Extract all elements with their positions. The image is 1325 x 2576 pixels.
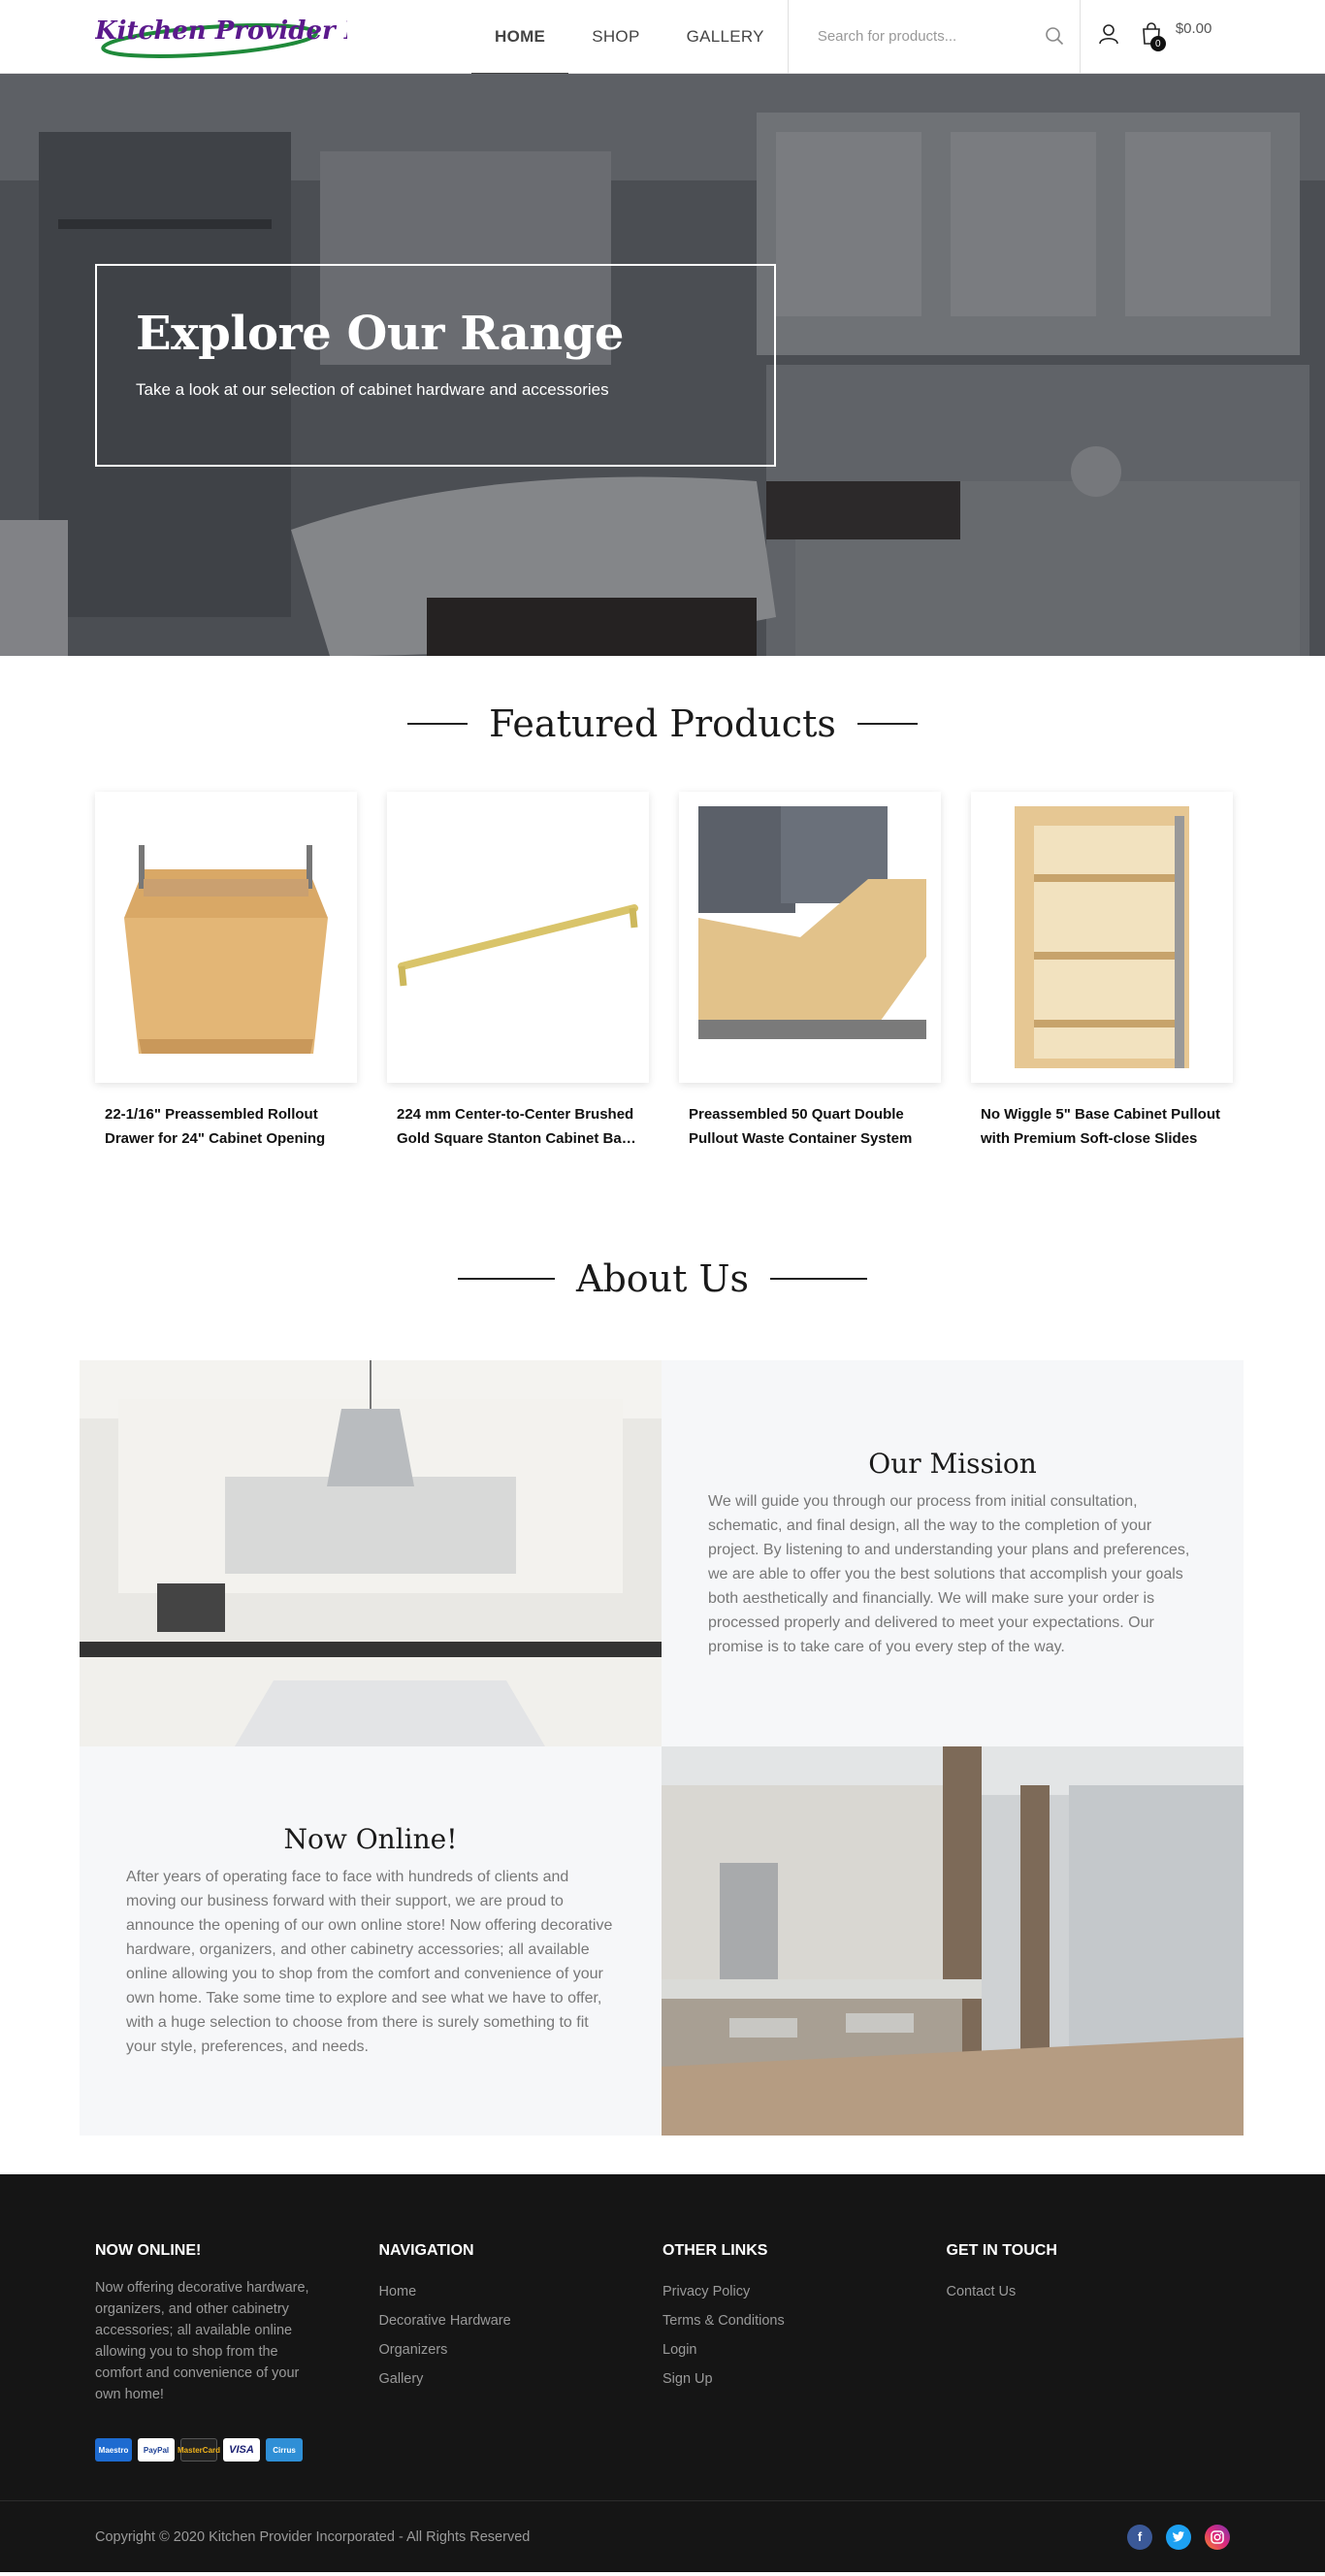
product-grid: 22-1/16" Preassembled Rollout Drawer for… [0,792,1325,1151]
product-name[interactable]: 224 mm Center-to-Center Brushed Gold Squ… [387,1102,649,1151]
product-card[interactable]: No Wiggle 5" Base Cabinet Pullout with P… [971,792,1233,1151]
instagram-icon[interactable] [1205,2524,1230,2550]
online-text: After years of operating face to face wi… [126,1869,613,2055]
visa-icon: VISA [223,2438,260,2462]
search-input[interactable] [817,28,1041,45]
footer-col-title: NOW ONLINE! [95,2242,202,2259]
hero-banner: Explore Our Range Take a look at our sel… [0,74,1325,656]
about-kitchen-image-1 [80,1360,662,1746]
footer-col-contact: GET IN TOUCH Contact Us [947,2242,1231,2462]
search-box [789,0,1080,74]
main-nav: HOME SHOP GALLERY [471,0,788,75]
product-name[interactable]: Preassembled 50 Quart Double Pullout Was… [679,1102,941,1151]
about-heading: About Us [0,1257,1325,1300]
brand-logo[interactable]: Kitchen Provider Inc. [95,8,347,66]
mission-title: Our Mission [868,1448,1037,1480]
footer-col-navigation: NAVIGATION Home Decorative Hardware Orga… [379,2242,663,2462]
footer-link-terms[interactable]: Terms & Conditions [662,2306,947,2335]
svg-text:Kitchen Provider Inc.: Kitchen Provider Inc. [95,16,347,46]
mission-text: We will guide you through our process fr… [708,1493,1190,1655]
about-title: About Us [576,1257,749,1300]
paypal-icon: PayPal [138,2438,175,2462]
product-image[interactable] [679,792,941,1083]
footer-col-title: NAVIGATION [378,2242,474,2259]
social-links: f [1127,2524,1230,2550]
heading-rule [458,1278,555,1280]
footer-col-title: OTHER LINKS [662,2242,768,2259]
footer-link-signup[interactable]: Sign Up [662,2364,947,2394]
featured-title: Featured Products [489,702,836,745]
featured-products-section: Featured Products 22-1/16" Preassembled … [0,656,1325,1151]
maestro-icon: Maestro [95,2438,132,2462]
nav-home[interactable]: HOME [471,0,569,75]
cart-count-badge: 0 [1149,36,1166,51]
online-panel: Now Online! After years of operating fac… [80,1746,662,2136]
heading-rule [856,723,918,725]
product-card[interactable]: 224 mm Center-to-Center Brushed Gold Squ… [387,792,649,1151]
site-header: Kitchen Provider Inc. HOME SHOP GALLERY … [0,0,1325,75]
product-image[interactable] [971,792,1233,1083]
mastercard-icon: MasterCard [178,2438,220,2462]
copyright-text: Copyright © 2020 Kitchen Provider Incorp… [95,2528,531,2545]
hero-caption-box: Explore Our Range Take a look at our sel… [95,264,776,467]
about-grid: Our Mission We will guide you through ou… [80,1360,1245,2136]
footer-col-about: NOW ONLINE! Now offering decorative hard… [95,2242,379,2462]
search-icon[interactable] [1045,26,1064,50]
cart-widget[interactable]: 0 $0.00 [1141,20,1212,51]
header-divider [1079,0,1081,74]
product-name[interactable]: 22-1/16" Preassembled Rollout Drawer for… [95,1102,357,1151]
footer-col-title: GET IN TOUCH [946,2242,1057,2259]
product-image[interactable] [95,792,357,1083]
footer-link-home[interactable]: Home [379,2277,663,2306]
nav-shop[interactable]: SHOP [568,0,662,74]
hero-subtitle: Take a look at our selection of cabinet … [136,380,609,399]
product-card[interactable]: Preassembled 50 Quart Double Pullout Was… [679,792,941,1151]
footer-link-gallery[interactable]: Gallery [379,2364,663,2394]
hero-title: Explore Our Range [136,307,624,361]
featured-heading: Featured Products [0,702,1325,745]
twitter-icon[interactable] [1166,2524,1191,2550]
heading-rule [407,723,469,725]
about-kitchen-image-2 [662,1746,1244,2136]
product-card[interactable]: 22-1/16" Preassembled Rollout Drawer for… [95,792,357,1151]
footer-link-organizers[interactable]: Organizers [379,2335,663,2364]
footer-link-privacy[interactable]: Privacy Policy [662,2277,947,2306]
facebook-icon[interactable]: f [1127,2524,1152,2550]
footer-bottom-bar: Copyright © 2020 Kitchen Provider Incorp… [0,2500,1325,2572]
heading-rule [770,1278,867,1280]
nav-gallery[interactable]: GALLERY [663,0,788,74]
about-section: About Us Our Mission We will guide you t… [0,1257,1325,2136]
header-actions: 0 $0.00 [1098,20,1212,51]
payment-methods: Maestro PayPal MasterCard VISA Cirrus [95,2438,379,2462]
online-title: Now Online! [283,1823,458,1855]
footer-about-text: Now offering decorative hardware, organi… [95,2280,309,2402]
mission-panel: Our Mission We will guide you through ou… [662,1360,1244,1746]
footer-link-decorative-hardware[interactable]: Decorative Hardware [379,2306,663,2335]
cart-total: $0.00 [1175,20,1212,37]
footer-columns: NOW ONLINE! Now offering decorative hard… [0,2174,1325,2500]
cirrus-icon: Cirrus [266,2438,303,2462]
footer-col-other-links: OTHER LINKS Privacy Policy Terms & Condi… [662,2242,947,2462]
site-footer: NOW ONLINE! Now offering decorative hard… [0,2174,1325,2572]
product-name[interactable]: No Wiggle 5" Base Cabinet Pullout with P… [971,1102,1233,1151]
user-account-icon[interactable] [1098,23,1119,49]
product-image[interactable] [387,792,649,1083]
logo-image: Kitchen Provider Inc. [95,16,347,58]
footer-link-login[interactable]: Login [662,2335,947,2364]
footer-link-contact[interactable]: Contact Us [947,2277,1231,2306]
